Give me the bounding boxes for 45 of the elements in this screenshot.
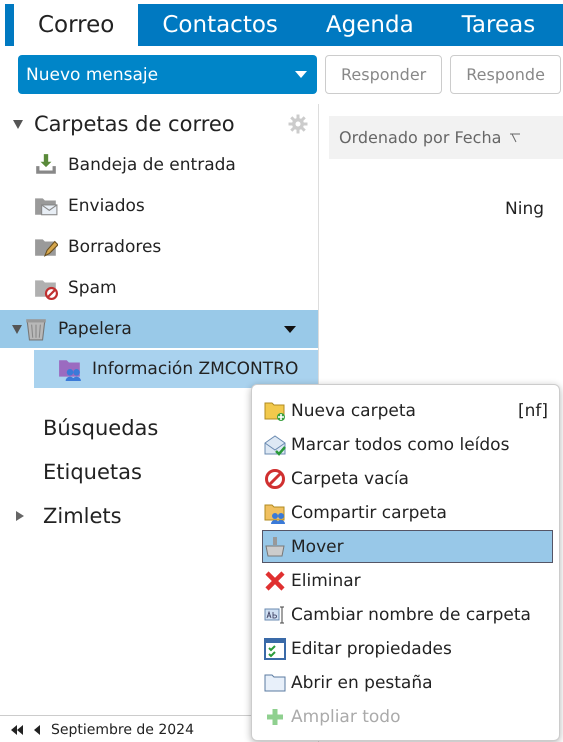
folder-people-icon [264, 502, 286, 524]
menu-item[interactable]: Marcar todos como leídos [262, 428, 553, 461]
menu-item[interactable]: Mover [262, 530, 553, 563]
shortcut-label: [nf] [518, 400, 548, 420]
prohibited-icon [264, 468, 286, 490]
app-tab[interactable]: Agenda [302, 4, 438, 46]
section-header[interactable]: Zimlets [43, 504, 122, 528]
section-header[interactable]: Búsquedas [43, 416, 158, 440]
section-header[interactable]: Etiquetas [43, 460, 142, 484]
menu-item[interactable]: Nueva carpeta [nf] [262, 394, 553, 427]
menu-item[interactable]: Carpeta vacía [262, 462, 553, 495]
calendar-month: Septiembre de 2024 [51, 722, 194, 738]
menu-item[interactable]: Cambiar nombre de carpeta [262, 598, 553, 631]
folder-item[interactable]: Información ZMCONTRO [34, 350, 318, 388]
reply-button[interactable]: Responder [325, 55, 442, 94]
previous-year-icon[interactable] [10, 725, 24, 735]
app-tab[interactable]: Contactos [138, 4, 302, 46]
text-cursor-icon [264, 604, 286, 626]
app-tab[interactable]: Tareas [438, 4, 560, 46]
app-tab[interactable]: Correo [14, 4, 138, 46]
folder-plus-icon [264, 400, 286, 422]
folder-item[interactable]: Papelera [0, 310, 318, 348]
empty-list-message: Ning [505, 199, 546, 219]
expanded-arrow-icon[interactable] [10, 118, 26, 130]
envelope-check-icon [264, 434, 286, 456]
sort-icon[interactable] [509, 132, 522, 142]
inbox-tray-icon [34, 152, 58, 176]
folder-item[interactable]: Bandeja de entrada [0, 144, 318, 185]
section-header[interactable]: Carpetas de correo [34, 112, 235, 136]
reply-button[interactable]: Responde [450, 55, 561, 94]
menu-item[interactable]: Compartir carpeta [262, 496, 553, 529]
previous-month-icon[interactable] [34, 725, 41, 735]
x-mark-icon [264, 570, 286, 592]
expanded-arrow-icon[interactable] [10, 323, 24, 335]
folder-item[interactable]: Enviados [0, 185, 318, 226]
menu-item[interactable]: Eliminar [262, 564, 553, 597]
menu-item[interactable]: Abrir en pestaña [262, 666, 553, 699]
new-message-button[interactable]: Nuevo mensaje [18, 55, 317, 94]
trash-can-icon [24, 317, 48, 341]
menu-item[interactable]: Editar propiedades [262, 632, 553, 665]
folder-icon [264, 672, 286, 694]
dropdown-caret-icon[interactable] [284, 326, 296, 332]
checklist-icon [264, 638, 286, 660]
folder-item[interactable]: Borradores [0, 226, 318, 267]
folder-item[interactable]: Spam [0, 267, 318, 308]
